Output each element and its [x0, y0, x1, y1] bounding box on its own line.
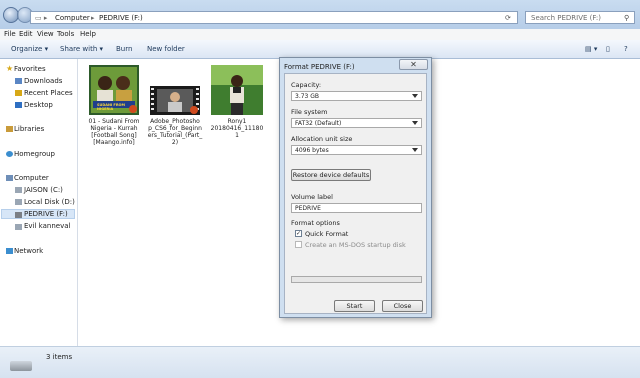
file-name-line: 1 [235, 132, 239, 139]
chevron-down-icon [412, 94, 418, 98]
organize-button[interactable]: Organize ▾ [11, 45, 48, 53]
drive-evil-icon [15, 224, 22, 230]
file-name-1[interactable]: 01 - Sudani From Nigeria - Kurrah [Footb… [82, 118, 146, 146]
thumbnail-title-text: SUDANI FROM NIGERIA [97, 103, 125, 111]
chevron-down-icon [412, 121, 418, 125]
breadcrumb-computer[interactable]: Computer [55, 14, 90, 22]
refresh-icon[interactable]: ⟳ [505, 14, 511, 22]
nav-drive-f[interactable]: PEDRIVE (F:) [24, 210, 68, 218]
restore-defaults-button[interactable]: Restore device defaults [291, 169, 371, 181]
file-system-value: FAT32 (Default) [295, 120, 342, 127]
file-name-line: ers_Tutorial_(Part_ [147, 132, 203, 139]
usb-drive-icon [15, 212, 22, 218]
file-name-3[interactable]: Rony1 20180416_11180 1 [206, 118, 268, 139]
file-name-line: 20180416_11180 [210, 125, 264, 132]
nav-recent-places[interactable]: Recent Places [24, 89, 73, 97]
search-icon: ⚲ [624, 14, 630, 22]
share-with-button[interactable]: Share with ▾ [60, 45, 103, 53]
file-name-line: 01 - Sudani From [88, 118, 140, 125]
favorites-star-icon: ★ [6, 64, 14, 73]
file-name-line: p_CS6_for_Beginn [148, 125, 202, 132]
list-item[interactable] [150, 86, 200, 115]
file-name-line: 2) [171, 139, 179, 146]
video-thumbnail-icon [150, 86, 200, 115]
start-button[interactable]: Start [334, 300, 375, 312]
drive-d-icon [15, 199, 22, 205]
search-input[interactable]: Search PEDRIVE (F:) ⚲ [525, 11, 635, 24]
desktop-icon [15, 102, 22, 108]
nav-evil-kanneval[interactable]: Evil kanneval [24, 222, 70, 230]
allocation-value: 4096 bytes [295, 147, 329, 154]
quick-format-checkbox[interactable]: ✓ [295, 230, 302, 237]
dialog-body: Capacity: 3.73 GB File system FAT32 (Def… [284, 73, 427, 314]
nav-network[interactable]: Network [14, 247, 43, 255]
capacity-label: Capacity: [291, 81, 322, 89]
file-system-label: File system [291, 108, 328, 116]
libraries-icon [6, 126, 13, 132]
menu-help[interactable]: Help [80, 30, 96, 38]
usb-drive-large-icon [10, 361, 32, 371]
recent-places-icon [15, 90, 22, 96]
new-folder-button[interactable]: New folder [147, 45, 185, 53]
capacity-value: 3.73 GB [295, 93, 320, 100]
network-icon [6, 248, 13, 254]
file-name-2[interactable]: Adobe_Photosho p_CS6_for_Beginn ers_Tuto… [144, 118, 206, 146]
downloads-icon [15, 78, 22, 84]
volume-label-input[interactable]: PEDRIVE [291, 203, 422, 213]
drive-c-icon [15, 187, 22, 193]
status-bar: 3 items [0, 346, 640, 378]
format-progress-bar [291, 276, 422, 283]
file-system-select[interactable]: FAT32 (Default) [291, 118, 422, 128]
nav-libraries[interactable]: Libraries [14, 125, 44, 133]
navigation-pane: ★ Favorites Downloads Recent Places Desk… [0, 59, 78, 346]
menu-view[interactable]: View [37, 30, 54, 38]
breadcrumb-drive[interactable]: PEDRIVE (F:) [99, 14, 143, 22]
msdos-label: Create an MS-DOS startup disk [305, 241, 406, 249]
allocation-select[interactable]: 4096 bytes [291, 145, 422, 155]
computer-icon [6, 175, 13, 181]
menu-file[interactable]: File [4, 30, 16, 38]
dialog-close-icon[interactable]: ✕ [399, 59, 428, 70]
breadcrumb-separator-icon: ▸ [91, 14, 95, 22]
file-name-line: Nigeria - Kurrah [90, 125, 138, 132]
drive-icon: ▭ ▸ [35, 14, 48, 22]
list-item[interactable]: SUDANI FROM NIGERIA [89, 65, 139, 115]
volume-label-label: Volume label [291, 193, 333, 201]
file-name-line: [Football Song] [91, 132, 137, 139]
allocation-label: Allocation unit size [291, 135, 353, 143]
msdos-checkbox[interactable] [295, 241, 302, 248]
preview-pane-icon[interactable]: ▯ [606, 45, 610, 53]
file-name-line: [Maango.info] [93, 139, 135, 146]
nav-downloads[interactable]: Downloads [24, 77, 62, 85]
menu-edit[interactable]: Edit [19, 30, 33, 38]
homegroup-icon [6, 151, 13, 157]
item-count: 3 items [46, 353, 73, 361]
capacity-select[interactable]: 3.73 GB [291, 91, 422, 101]
help-icon[interactable]: ? [624, 45, 628, 53]
nav-desktop[interactable]: Desktop [24, 101, 53, 109]
file-name-line: Adobe_Photosho [150, 118, 200, 125]
list-item[interactable] [211, 65, 263, 115]
close-button[interactable]: Close [382, 300, 423, 312]
nav-drive-d[interactable]: Local Disk (D:) [24, 198, 75, 206]
quick-format-label: Quick Format [305, 230, 349, 238]
format-options-label: Format options [291, 219, 340, 227]
nav-computer[interactable]: Computer [14, 174, 49, 182]
file-name-line: Rony1 [227, 118, 247, 125]
dialog-title: Format PEDRIVE (F:) [284, 63, 355, 71]
nav-homegroup[interactable]: Homegroup [14, 150, 55, 158]
menu-tools[interactable]: Tools [57, 30, 74, 38]
search-placeholder: Search PEDRIVE (F:) [531, 14, 601, 22]
format-dialog: Format PEDRIVE (F:) ✕ Capacity: 3.73 GB … [279, 57, 432, 318]
address-bar[interactable]: ▭ ▸ Computer ▸ PEDRIVE (F:) ⟳ [30, 11, 518, 24]
view-options-icon[interactable]: ▤ ▾ [585, 45, 597, 53]
photo-thumbnail-icon [211, 65, 263, 115]
nav-drive-c[interactable]: JAISON (C:) [24, 186, 63, 194]
window-title-bar: ▭ ▸ Computer ▸ PEDRIVE (F:) ⟳ Search PED… [0, 0, 640, 29]
burn-button[interactable]: Burn [116, 45, 132, 53]
chevron-down-icon [412, 148, 418, 152]
nav-favorites[interactable]: Favorites [14, 65, 46, 73]
